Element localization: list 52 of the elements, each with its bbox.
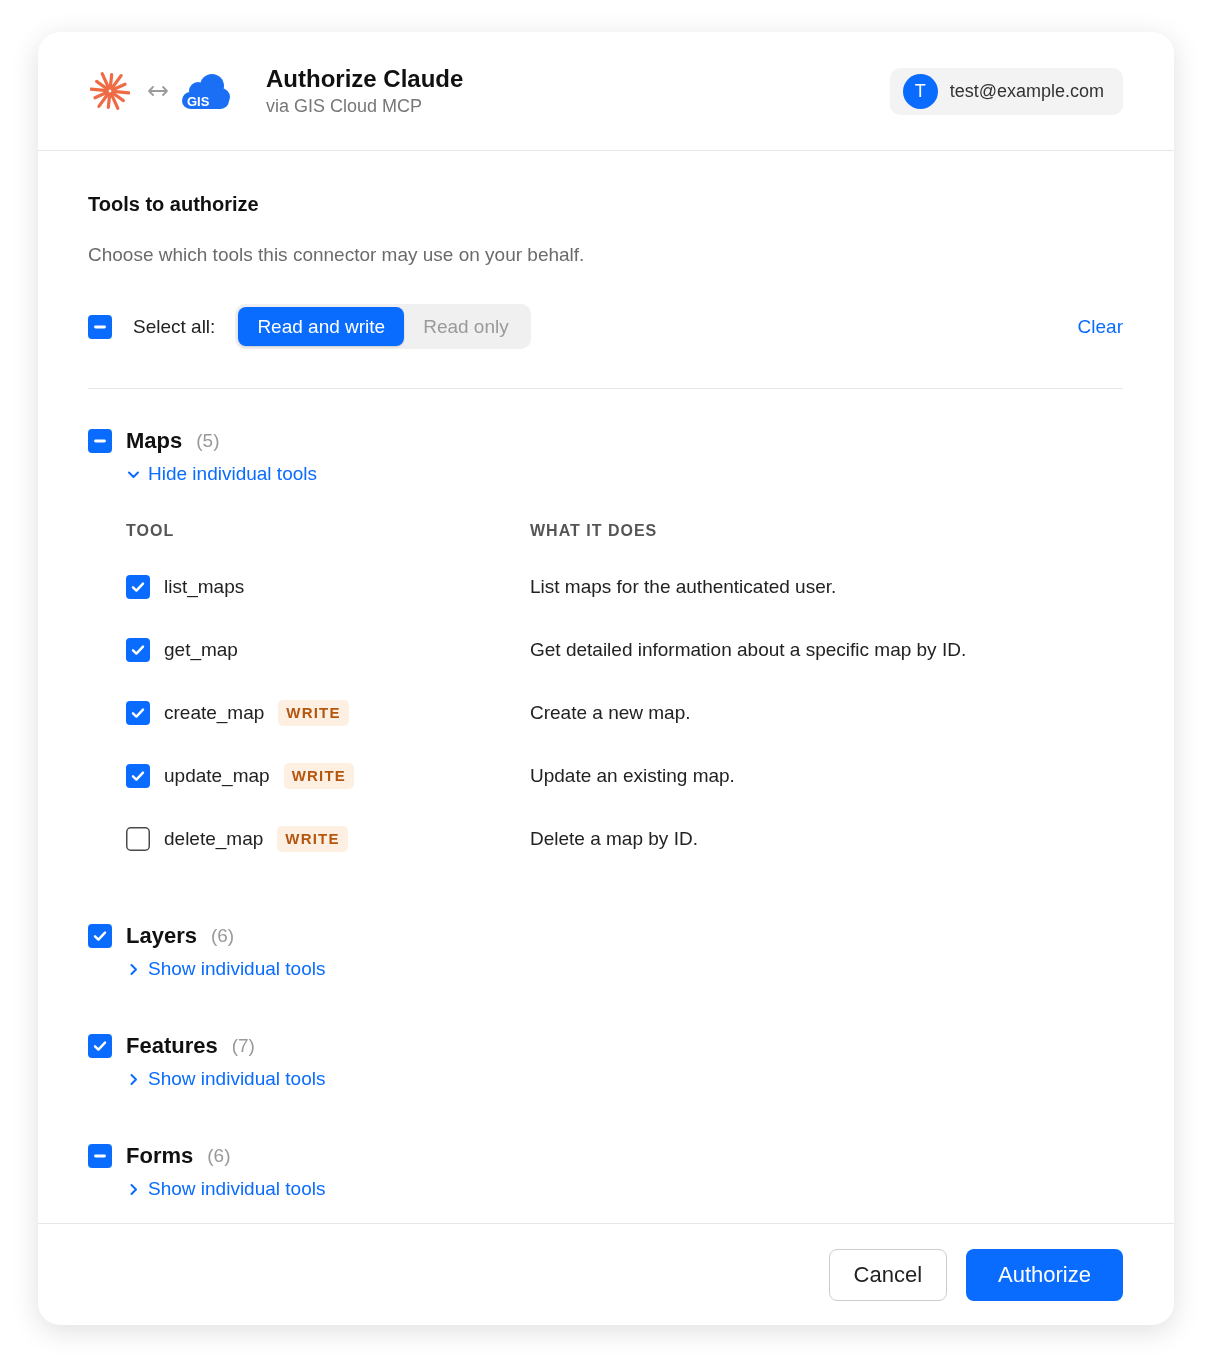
section-title: Tools to authorize [88, 192, 260, 216]
toggle-link[interactable]: Show individual tools [127, 1178, 326, 1200]
tool-description: Update an existing map. [530, 764, 735, 787]
group-title: Maps [126, 428, 183, 454]
cloud-logo: GIS [182, 71, 230, 111]
tool-count: (6) [210, 925, 235, 947]
group-title: Features [126, 1033, 218, 1059]
dialog-title: Authorize Claude [266, 65, 464, 93]
tool-name: update_map [164, 764, 270, 787]
tool-description: Get detailed information about a specific map by ID. [530, 638, 967, 661]
account-email: test@example.com [949, 80, 1104, 102]
checkbox[interactable] [126, 763, 150, 788]
authorize-button[interactable]: Authorize [966, 1248, 1123, 1301]
toggle-link[interactable]: Show individual tools [127, 1068, 326, 1090]
checkbox[interactable] [126, 637, 150, 662]
write-tag: WRITE [283, 762, 354, 789]
tool-count: (6) [207, 1145, 231, 1167]
tool-description: Delete a map by ID. [530, 827, 698, 850]
write-tag: WRITE [277, 825, 348, 852]
toggle-link[interactable]: Show individual tools [127, 958, 326, 980]
checkbox[interactable] [88, 314, 112, 339]
dialog-subtitle: via GIS Cloud MCP [266, 95, 424, 117]
group-title: Forms [126, 1143, 194, 1169]
tool-name: create_map [164, 701, 265, 724]
tool-count: (7) [231, 1035, 255, 1057]
tool-count: (5) [196, 430, 220, 452]
avatar: T [902, 73, 938, 109]
select-all-label: Select all: [133, 315, 216, 338]
checkbox[interactable] [88, 1034, 112, 1058]
checkbox[interactable] [88, 1144, 112, 1168]
double-arrow-icon [147, 83, 169, 99]
checkbox[interactable] [88, 924, 112, 948]
group-title: Layers [126, 923, 197, 949]
checkbox[interactable] [126, 700, 150, 725]
asterisk-icon [90, 71, 130, 111]
mode-option[interactable]: Read and write [238, 307, 405, 346]
clear-link[interactable]: Clear [1077, 315, 1123, 338]
tool-name: delete_map [164, 827, 264, 850]
write-tag: WRITE [278, 699, 349, 726]
section-description: Choose which tools this connector may use on your behalf. [88, 243, 586, 267]
cancel-button[interactable]: Cancel [828, 1248, 948, 1301]
toggle-link[interactable]: Hide individual tools [127, 463, 317, 485]
tool-name: list_maps [164, 575, 245, 598]
mode-option[interactable]: Read only [404, 307, 528, 346]
column-header: TOOL [126, 522, 175, 540]
checkbox[interactable] [126, 574, 150, 599]
tool-description: List maps for the authenticated user. [530, 575, 837, 598]
tool-name: get_map [164, 638, 238, 661]
checkbox[interactable] [126, 826, 150, 851]
checkbox[interactable] [88, 429, 112, 453]
column-header: WHAT IT DOES [530, 522, 658, 540]
tool-description: Create a new map. [530, 701, 691, 724]
